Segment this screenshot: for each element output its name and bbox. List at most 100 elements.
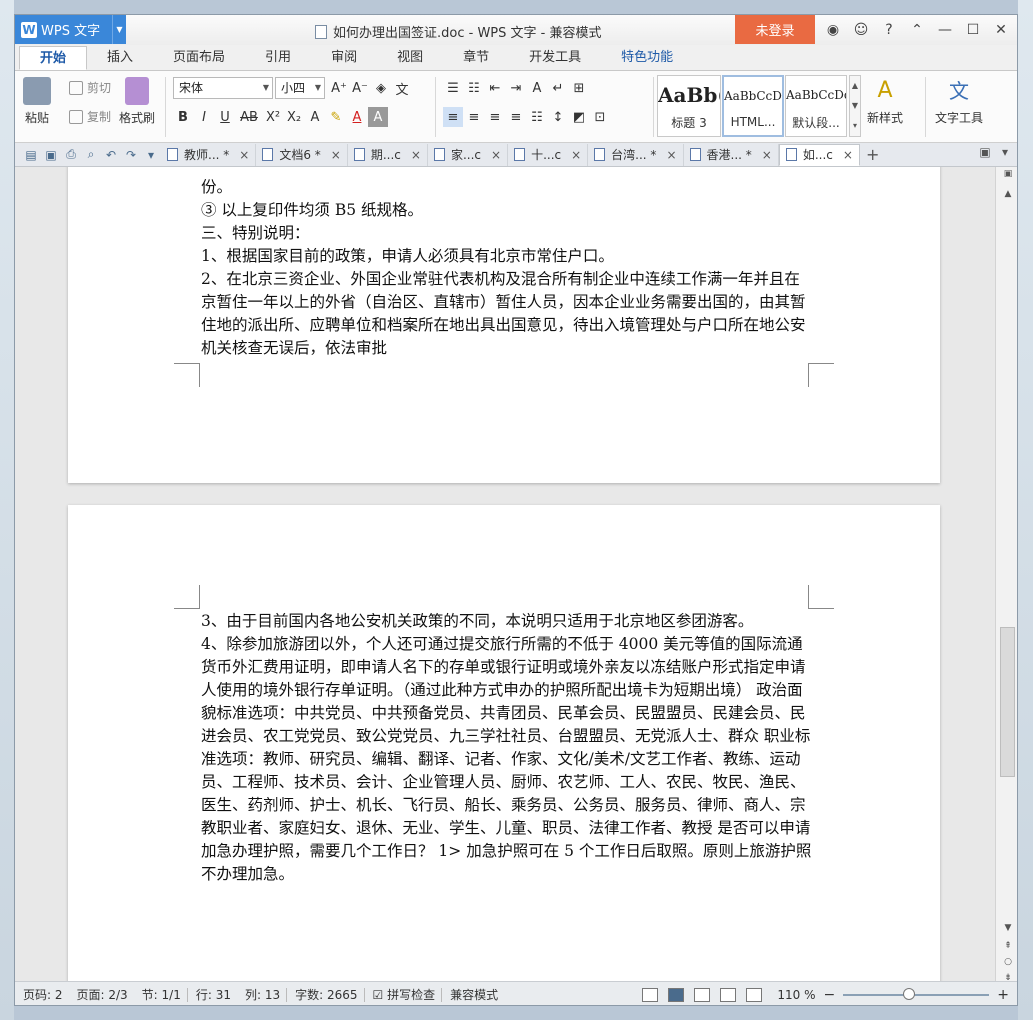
- tab-developer[interactable]: 开发工具: [509, 46, 601, 70]
- customize-icon[interactable]: ▾: [141, 148, 161, 162]
- close-tab-icon[interactable]: ×: [239, 148, 249, 162]
- zoom-level[interactable]: 110 %: [777, 988, 815, 1002]
- tab-insert[interactable]: 插入: [87, 46, 153, 70]
- close-tab-icon[interactable]: ×: [571, 148, 581, 162]
- line-spacing-icon[interactable]: ↕: [548, 107, 568, 127]
- app-menu-button[interactable]: W WPS 文字 ▼: [15, 15, 126, 44]
- align-center-icon[interactable]: ≡: [464, 107, 484, 127]
- table-icon[interactable]: ⊞: [569, 78, 589, 98]
- fullscreen-view-icon[interactable]: [642, 988, 659, 1002]
- underline-icon[interactable]: U: [215, 107, 235, 127]
- style-default[interactable]: AaBbCcDd 默认段...: [785, 75, 847, 137]
- tab-list-icon[interactable]: ▣: [975, 145, 995, 159]
- doc-tab-active[interactable]: 如...c ×: [778, 143, 860, 166]
- print-icon[interactable]: ⎙: [61, 147, 81, 162]
- prev-page-icon[interactable]: ⇞: [1000, 941, 1016, 955]
- text-tools-button[interactable]: 文 文字工具: [935, 77, 983, 126]
- print-preview-icon[interactable]: ⌕: [81, 147, 101, 162]
- tab-home[interactable]: 开始: [19, 46, 88, 70]
- char-shading-icon[interactable]: A: [368, 107, 388, 127]
- close-tab-icon[interactable]: ×: [666, 148, 676, 162]
- status-row[interactable]: 行: 31: [188, 986, 237, 1003]
- status-section[interactable]: 节: 1/1: [134, 986, 187, 1003]
- highlight-icon[interactable]: ✎: [326, 107, 346, 127]
- superscript-icon[interactable]: X²: [263, 107, 283, 127]
- skin-icon[interactable]: ◉: [819, 22, 847, 38]
- clear-format-icon[interactable]: ◈: [371, 78, 391, 98]
- borders-icon[interactable]: ⊡: [590, 107, 610, 127]
- undo-icon[interactable]: ↶: [101, 148, 121, 162]
- zoom-slider-knob[interactable]: [902, 988, 915, 1000]
- status-word-count[interactable]: 字数: 2665: [287, 986, 363, 1003]
- chinese-layout-icon[interactable]: A: [527, 78, 547, 98]
- web-view-icon[interactable]: [720, 988, 737, 1002]
- status-pages[interactable]: 页面: 2/3: [69, 986, 134, 1003]
- help-icon[interactable]: ?: [875, 22, 903, 38]
- ruler-toggle-icon[interactable]: ▣: [1000, 169, 1016, 183]
- tab-chapter[interactable]: 章节: [443, 46, 509, 70]
- grow-font-icon[interactable]: A⁺: [329, 78, 349, 98]
- theme-icon[interactable]: ☺: [847, 22, 875, 38]
- increase-indent-icon[interactable]: ⇥: [506, 78, 526, 98]
- close-tab-icon[interactable]: ×: [843, 148, 853, 162]
- doc-tab[interactable]: 期...c ×: [348, 143, 428, 166]
- paste-button[interactable]: 粘贴: [23, 77, 51, 126]
- shrink-font-icon[interactable]: A⁻: [350, 78, 370, 98]
- align-left-icon[interactable]: ≡: [443, 107, 463, 127]
- close-icon[interactable]: ✕: [987, 22, 1015, 38]
- bold-icon[interactable]: B: [173, 107, 193, 127]
- style-gallery-scroll[interactable]: ▲ ▼ ▾: [849, 75, 861, 137]
- tab-view[interactable]: 视图: [377, 46, 443, 70]
- text-effect-icon[interactable]: A: [305, 107, 325, 127]
- collapse-ribbon-icon[interactable]: ⌃: [903, 22, 931, 38]
- outline-view-icon[interactable]: [694, 988, 711, 1002]
- font-size-select[interactable]: 小四 ▼: [275, 77, 325, 99]
- scroll-down-icon[interactable]: ▼: [1000, 923, 1016, 937]
- close-tab-icon[interactable]: ×: [762, 148, 772, 162]
- zoom-slider[interactable]: [843, 988, 990, 1000]
- reading-view-icon[interactable]: [746, 988, 763, 1002]
- doc-tab[interactable]: 文档6 * ×: [256, 143, 348, 166]
- doc-tab[interactable]: 香港... * ×: [684, 143, 779, 166]
- font-color-icon[interactable]: A: [347, 107, 367, 127]
- doc-tab[interactable]: 台湾... * ×: [588, 143, 684, 166]
- maximize-icon[interactable]: ☐: [959, 22, 987, 38]
- close-tab-icon[interactable]: ×: [411, 148, 421, 162]
- close-tab-icon[interactable]: ×: [491, 148, 501, 162]
- close-tab-icon[interactable]: ×: [331, 148, 341, 162]
- zoom-out-icon[interactable]: −: [824, 987, 836, 1003]
- page-view-icon[interactable]: [668, 988, 685, 1002]
- format-painter-button[interactable]: 格式刷: [119, 77, 155, 126]
- tab-page-layout[interactable]: 页面布局: [153, 46, 245, 70]
- phonetic-icon[interactable]: 文: [392, 78, 412, 98]
- copy-button[interactable]: 复制: [69, 108, 111, 125]
- vertical-scrollbar[interactable]: ▣ ▲ ▼ ⇞ ○ ⇟: [995, 167, 1017, 981]
- redo-icon[interactable]: ↷: [121, 148, 141, 162]
- cut-button[interactable]: 剪切: [69, 79, 111, 96]
- style-html[interactable]: AaBbCcDd HTML...: [722, 75, 784, 137]
- distributed-icon[interactable]: ☷: [527, 107, 547, 127]
- new-style-button[interactable]: A 新样式: [867, 77, 903, 126]
- scroll-up-icon[interactable]: ▲: [1000, 189, 1016, 203]
- scroll-thumb[interactable]: [1000, 627, 1015, 777]
- bullet-list-icon[interactable]: ☰: [443, 78, 463, 98]
- numbered-list-icon[interactable]: ☷: [464, 78, 484, 98]
- strikethrough-icon[interactable]: AB: [236, 107, 262, 127]
- spell-check-status[interactable]: ☑ 拼写检查: [365, 986, 442, 1003]
- next-page-icon[interactable]: ⇟: [1000, 973, 1016, 981]
- align-right-icon[interactable]: ≡: [485, 107, 505, 127]
- tab-references[interactable]: 引用: [245, 46, 311, 70]
- doc-tab[interactable]: 十...c ×: [508, 143, 589, 166]
- page-1-text[interactable]: 份。 ③ 以上复印件均须 B5 纸规格。 三、特别说明： 1、根据国家目前的政策…: [201, 176, 813, 360]
- justify-icon[interactable]: ≡: [506, 107, 526, 127]
- minimize-icon[interactable]: —: [931, 22, 959, 38]
- app-menu-dropdown-icon[interactable]: ▼: [112, 15, 126, 44]
- select-browse-icon[interactable]: ○: [1000, 957, 1016, 971]
- italic-icon[interactable]: I: [194, 107, 214, 127]
- save-icon[interactable]: ▣: [41, 148, 61, 162]
- new-tab-icon[interactable]: +: [860, 144, 885, 166]
- status-page-number[interactable]: 页码: 2: [15, 986, 69, 1003]
- shading-icon[interactable]: ◩: [569, 107, 589, 127]
- page-2-text[interactable]: 3、由于目前国内各地公安机关政策的不同，本说明只适用于北京地区参团游客。 4、除…: [201, 610, 813, 886]
- tab-special-features[interactable]: 特色功能: [601, 46, 693, 70]
